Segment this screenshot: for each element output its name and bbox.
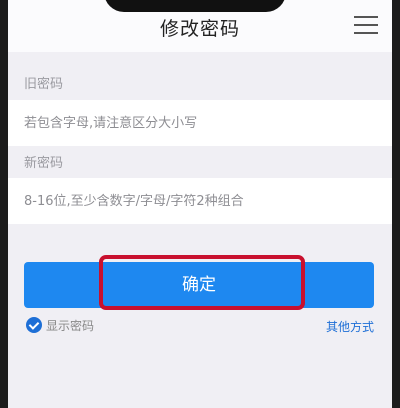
hamburger-menu-icon[interactable]: [354, 16, 378, 36]
device-frame-left: [0, 0, 8, 408]
phone-screen: 修改密码 旧密码 新密码 确定 显示密码 其他方式: [8, 0, 392, 408]
old-password-input[interactable]: [8, 100, 392, 146]
device-notch: [104, 0, 286, 12]
other-methods-link[interactable]: 其他方式: [326, 318, 374, 335]
confirm-button[interactable]: 确定: [24, 262, 374, 308]
page-title: 修改密码: [159, 18, 240, 40]
old-password-row: [8, 100, 392, 146]
device-frame-right: [392, 0, 400, 408]
new-password-label: 新密码: [24, 156, 64, 171]
old-password-label: 旧密码: [24, 77, 64, 92]
new-password-row: [8, 178, 392, 224]
show-password-label: 显示密码: [46, 318, 95, 333]
show-password-toggle[interactable]: 显示密码: [26, 316, 94, 334]
checkmark-icon: [26, 317, 42, 333]
new-password-input[interactable]: [8, 178, 392, 224]
